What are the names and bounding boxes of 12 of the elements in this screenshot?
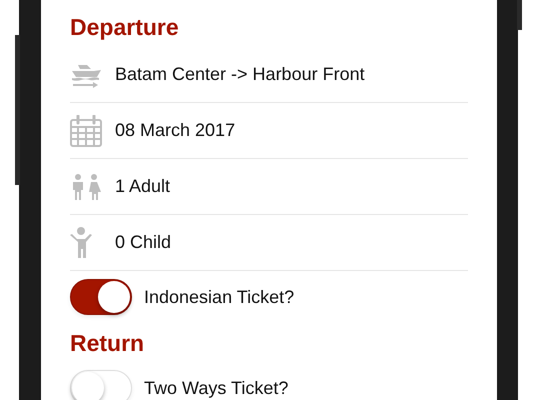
toggle-label: Two Ways Ticket? xyxy=(144,376,288,400)
section-title: Departure xyxy=(70,14,180,40)
info-text[interactable]: 1 Adult xyxy=(115,173,170,200)
info-text[interactable]: 08 March 2017 xyxy=(115,117,236,144)
info-text[interactable]: Batam Center -> Harbour Front xyxy=(115,61,365,88)
calendar-icon xyxy=(70,114,102,146)
adults-icon xyxy=(70,174,102,200)
child-icon xyxy=(70,227,92,258)
info-text[interactable]: 0 Child xyxy=(115,229,172,256)
toggle-label: Indonesian Ticket? xyxy=(144,286,294,308)
toggle-switch[interactable] xyxy=(70,279,132,315)
section-title: Return xyxy=(70,330,146,356)
